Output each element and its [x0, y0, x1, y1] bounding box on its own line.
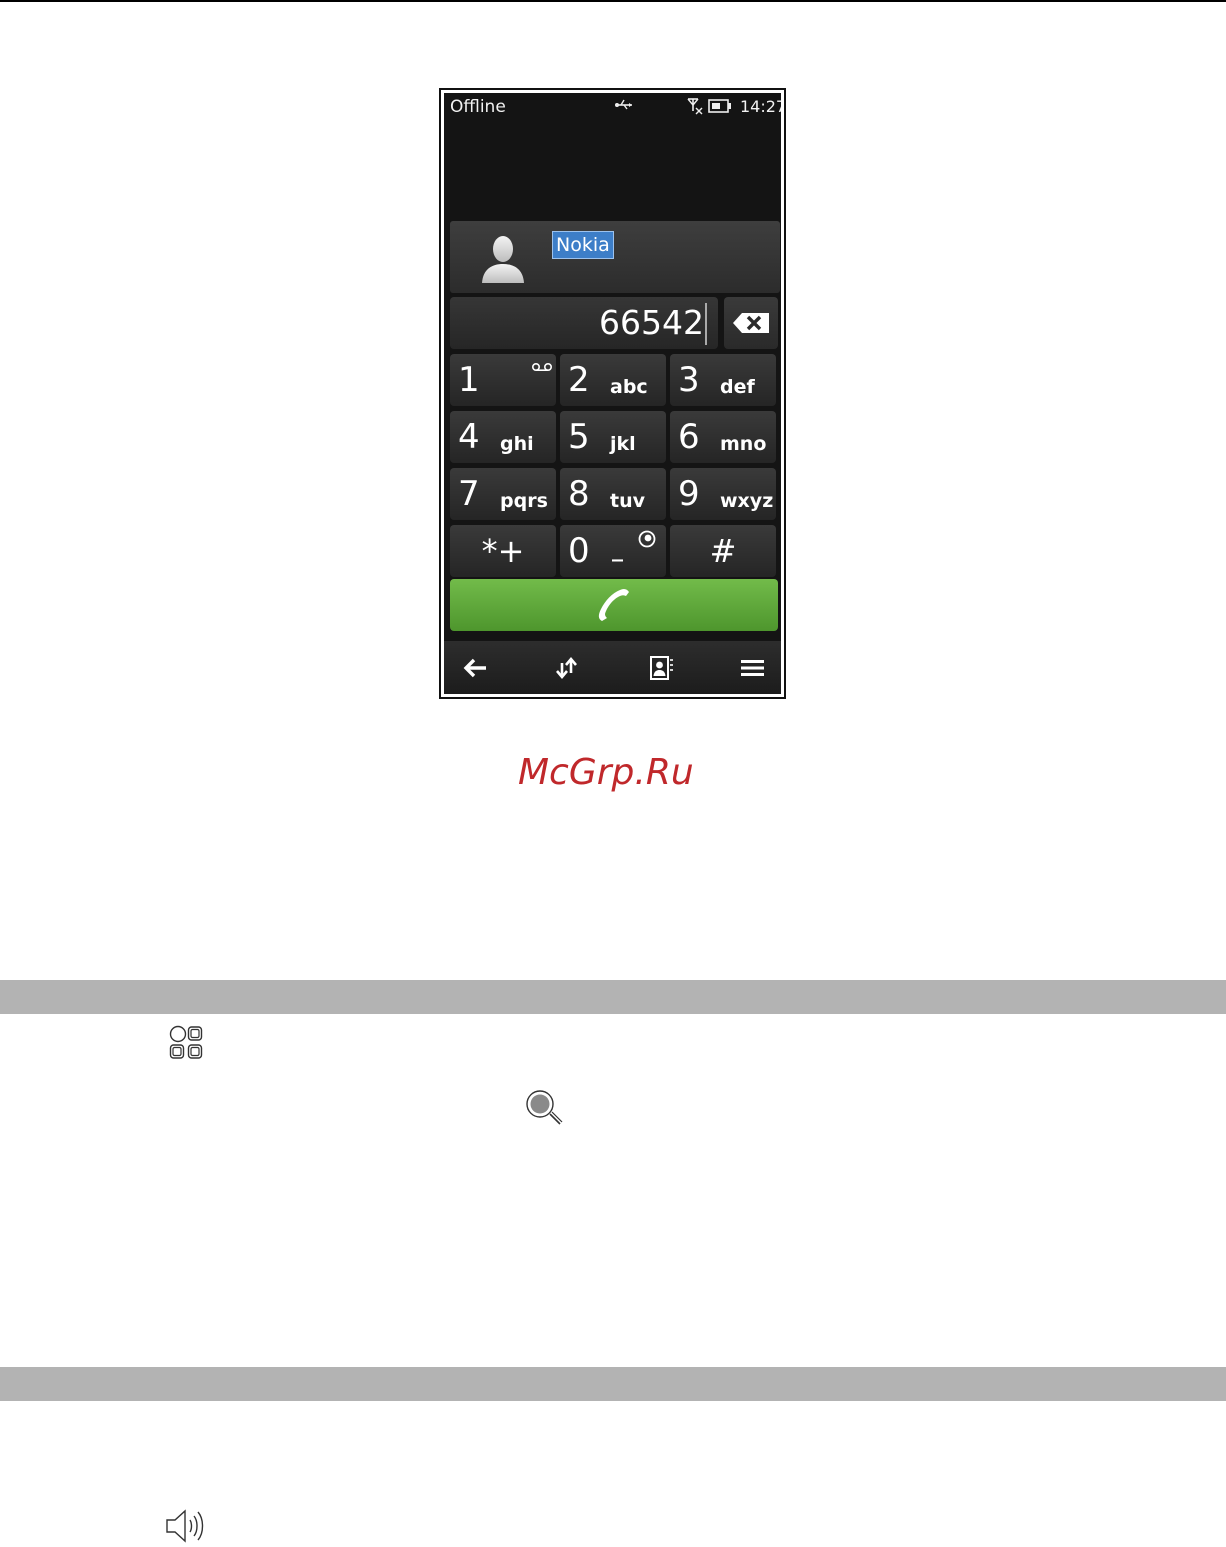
menu-apps-icon: [169, 1025, 203, 1059]
globe-icon: [638, 530, 656, 548]
key-6[interactable]: 6 mno: [670, 411, 776, 463]
key-digit: 4: [458, 417, 480, 457]
speaker-icon: [166, 1509, 204, 1543]
key-4[interactable]: 4 ghi: [450, 411, 556, 463]
key-5[interactable]: 5 jkl: [560, 411, 666, 463]
backspace-button[interactable]: [724, 297, 778, 349]
key-letters: tuv: [610, 490, 645, 512]
text-caret: [705, 303, 707, 345]
key-letters: _: [612, 537, 623, 562]
key-digit: 6: [678, 417, 700, 457]
key-digit: 8: [568, 474, 590, 514]
dialed-number-field[interactable]: 66542: [450, 297, 718, 349]
key-digit: 5: [568, 417, 590, 457]
key-letters: mno: [720, 433, 767, 455]
contact-name: Nokia: [552, 231, 614, 259]
contact-match-panel[interactable]: Nokia: [450, 221, 780, 293]
back-arrow-icon[interactable]: [462, 655, 488, 681]
key-letters: jkl: [610, 433, 636, 455]
key-digit: 7: [458, 474, 480, 514]
key-0[interactable]: 0 _: [560, 525, 666, 577]
key-8[interactable]: 8 tuv: [560, 468, 666, 520]
voicemail-icon: [532, 363, 552, 371]
key-letters: wxyz: [720, 490, 774, 512]
key-digit: 1: [458, 360, 480, 400]
phone-screen: Offline 14:27: [444, 93, 781, 694]
call-button[interactable]: [450, 579, 778, 631]
contact-avatar-icon: [482, 236, 524, 283]
key-digit: *+: [481, 532, 525, 570]
battery-icon: [708, 99, 731, 113]
status-operator: Offline: [450, 97, 506, 117]
key-letters: ghi: [500, 433, 534, 455]
key-letters: pqrs: [500, 490, 548, 512]
dialed-number: 66542: [599, 303, 704, 342]
backspace-icon: [733, 313, 769, 333]
bottom-toolbar: [444, 641, 781, 694]
key-2[interactable]: 2 abc: [560, 354, 666, 406]
watermark: McGrp.Ru: [518, 752, 694, 793]
key-letters: abc: [610, 376, 648, 398]
status-time: 14:27: [740, 97, 781, 116]
call-log-arrows-icon[interactable]: [554, 655, 580, 681]
section-heading-band: [0, 1367, 1226, 1401]
key-digit: #: [709, 532, 737, 570]
key-digit: 3: [678, 360, 700, 400]
key-3[interactable]: 3 def: [670, 354, 776, 406]
contacts-icon[interactable]: [648, 655, 674, 681]
key-1[interactable]: 1: [450, 354, 556, 406]
section-heading-band: [0, 980, 1226, 1014]
phone-screenshot: Offline 14:27: [439, 88, 786, 699]
key-digit: 0: [568, 531, 590, 571]
key-digit: 9: [678, 474, 700, 514]
search-icon: [526, 1090, 563, 1125]
key-letters: def: [720, 376, 755, 398]
key-hash[interactable]: #: [670, 525, 776, 577]
key-star-plus[interactable]: *+: [450, 525, 556, 577]
phone-handset-icon: [598, 588, 629, 621]
no-signal-icon: [687, 98, 703, 115]
key-7[interactable]: 7 pqrs: [450, 468, 556, 520]
menu-icon[interactable]: [740, 655, 766, 681]
usb-icon: [615, 99, 632, 110]
key-digit: 2: [568, 360, 590, 400]
key-9[interactable]: 9 wxyz: [670, 468, 776, 520]
top-rule: [0, 0, 1226, 2]
status-bar: Offline 14:27: [444, 93, 781, 123]
